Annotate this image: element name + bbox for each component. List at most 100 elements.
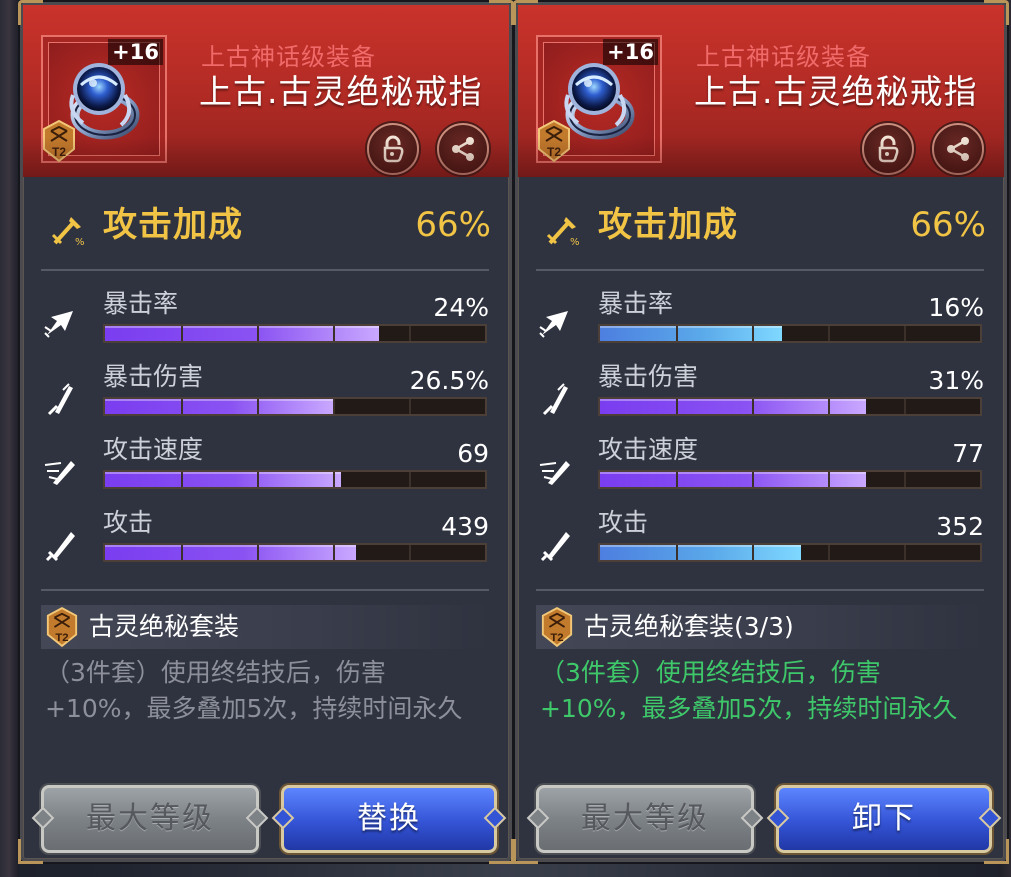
tier-label: T2 bbox=[52, 145, 66, 159]
max-level-button[interactable]: 最大等级 bbox=[526, 785, 764, 853]
divider bbox=[536, 269, 984, 271]
crit-damage-icon bbox=[542, 383, 568, 416]
primary-action-label: 替换 bbox=[357, 801, 421, 836]
sub-stat-bar-fill bbox=[600, 399, 866, 414]
sub-stat-value: 31% bbox=[928, 366, 984, 395]
sub-stat-bar-fill bbox=[600, 326, 783, 341]
sub-stat-bar bbox=[103, 543, 487, 562]
share-button[interactable] bbox=[932, 123, 984, 175]
set-name: 古灵绝秘套装(3/3) bbox=[584, 612, 794, 641]
item-rarity: 上古神话级装备 bbox=[696, 43, 871, 71]
item-header: +16 T2 上古神话级装备 上古.古灵绝秘戒指 bbox=[23, 5, 509, 177]
frame-corner bbox=[513, 0, 538, 25]
attack-speed-icon bbox=[539, 461, 570, 485]
lock-icon bbox=[878, 135, 899, 163]
frame-corner bbox=[18, 839, 43, 864]
svg-text:%: % bbox=[570, 237, 580, 247]
set-bonus-header: T2 古灵绝秘套装 bbox=[41, 605, 489, 649]
set-bonus-header: T2 古灵绝秘套装(3/3) bbox=[536, 605, 984, 649]
sub-stat-row: 暴击率 24% bbox=[23, 289, 509, 353]
item-icon-frame[interactable]: +16 T2 bbox=[41, 35, 167, 163]
sub-stat-label: 攻击 bbox=[598, 508, 649, 537]
max-level-button[interactable]: 最大等级 bbox=[31, 785, 269, 853]
sub-stat-row: 攻击 352 bbox=[518, 508, 1004, 572]
sub-stat-row: 攻击速度 77 bbox=[518, 435, 1004, 499]
share-icon bbox=[452, 137, 474, 161]
frame-corner bbox=[489, 0, 514, 25]
share-button[interactable] bbox=[437, 123, 489, 175]
primary-action-label: 卸下 bbox=[852, 801, 916, 836]
sub-stat-row: 攻击速度 69 bbox=[23, 435, 509, 499]
sub-stat-row: 暴击伤害 26.5% bbox=[23, 362, 509, 426]
sub-stat-value: 26.5% bbox=[409, 366, 489, 395]
sub-stat-value: 24% bbox=[433, 293, 489, 322]
frame-corner bbox=[984, 0, 1009, 25]
sub-stat-value: 439 bbox=[441, 512, 489, 541]
tier-label: T2 bbox=[550, 632, 563, 644]
sub-stat-label: 攻击速度 bbox=[598, 435, 699, 464]
sub-stat-bar-fill bbox=[600, 472, 866, 487]
sub-stat-value: 77 bbox=[952, 439, 984, 468]
sub-stat-label: 暴击伤害 bbox=[598, 362, 699, 391]
primary-action-button[interactable]: 卸下 bbox=[766, 785, 1002, 853]
sub-stat-bar bbox=[598, 397, 982, 416]
equipment-panel: +16 T2 上古神话级装备 上古.古灵绝秘戒指 % 攻击加成 66% 暴击率 … bbox=[18, 0, 514, 864]
frame-corner bbox=[984, 839, 1009, 864]
attack-icon bbox=[540, 532, 570, 562]
max-level-label: 最大等级 bbox=[86, 801, 214, 836]
main-stat: % 攻击加成 66% bbox=[23, 185, 509, 265]
enhance-level: +16 bbox=[603, 39, 658, 65]
sub-stat-bar-fill bbox=[105, 472, 341, 487]
frame-corner bbox=[18, 0, 43, 25]
lock-button[interactable] bbox=[862, 123, 914, 175]
sub-stat-bar-fill bbox=[105, 545, 356, 560]
set-description: （3件套）使用终结技后，伤害+10%，最多叠加5次，持续时间永久 bbox=[540, 658, 958, 723]
sub-stat-row: 暴击伤害 31% bbox=[518, 362, 1004, 426]
sub-stat-value: 352 bbox=[936, 512, 984, 541]
divider bbox=[41, 269, 489, 271]
crit-rate-icon bbox=[539, 311, 568, 338]
sub-stat-label: 攻击 bbox=[103, 508, 154, 537]
tier-badge-icon: T2 bbox=[46, 607, 78, 648]
set-description: （3件套）使用终结技后，伤害+10%，最多叠加5次，持续时间永久 bbox=[45, 658, 463, 723]
sub-stat-value: 16% bbox=[928, 293, 984, 322]
lock-button[interactable] bbox=[367, 123, 419, 175]
attack-bonus-icon: % bbox=[546, 217, 580, 247]
sub-stat-label: 暴击率 bbox=[103, 289, 179, 318]
item-header: +16 T2 上古神话级装备 上古.古灵绝秘戒指 bbox=[518, 5, 1004, 177]
divider bbox=[536, 589, 984, 591]
sub-stat-bar-fill bbox=[600, 545, 802, 560]
attack-speed-icon bbox=[44, 461, 75, 485]
sub-stat-bar bbox=[103, 324, 487, 343]
tier-label: T2 bbox=[55, 632, 68, 644]
main-stat-value: 66% bbox=[910, 205, 986, 245]
sub-stat-row: 攻击 439 bbox=[23, 508, 509, 572]
item-icon-frame[interactable]: +16 T2 bbox=[536, 35, 662, 163]
divider bbox=[41, 589, 489, 591]
sub-stat-bar-fill bbox=[105, 326, 379, 341]
item-rarity: 上古神话级装备 bbox=[201, 43, 376, 71]
sub-stat-bar bbox=[103, 397, 487, 416]
crit-rate-icon bbox=[44, 311, 73, 338]
max-level-label: 最大等级 bbox=[581, 801, 709, 836]
main-stat-value: 66% bbox=[415, 205, 491, 245]
item-name: 上古.古灵绝秘戒指 bbox=[694, 72, 978, 111]
lock-icon bbox=[383, 135, 404, 163]
sub-stat-bar bbox=[598, 470, 982, 489]
attack-icon bbox=[45, 532, 75, 562]
attack-bonus-icon: % bbox=[51, 217, 85, 247]
tier-badge-icon: T2 bbox=[541, 607, 573, 648]
frame-corner bbox=[513, 839, 538, 864]
sub-stat-label: 攻击速度 bbox=[103, 435, 204, 464]
crit-damage-icon bbox=[47, 383, 73, 416]
enhance-level: +16 bbox=[108, 39, 163, 65]
svg-text:%: % bbox=[75, 237, 85, 247]
sub-stat-bar bbox=[598, 324, 982, 343]
main-stat-label: 攻击加成 bbox=[103, 205, 243, 245]
sub-stat-label: 暴击率 bbox=[598, 289, 674, 318]
background-edge bbox=[0, 0, 18, 877]
tier-badge-icon: T2 bbox=[538, 119, 570, 163]
frame-corner bbox=[489, 839, 514, 864]
tier-badge-icon: T2 bbox=[43, 119, 75, 163]
primary-action-button[interactable]: 替换 bbox=[271, 785, 507, 853]
